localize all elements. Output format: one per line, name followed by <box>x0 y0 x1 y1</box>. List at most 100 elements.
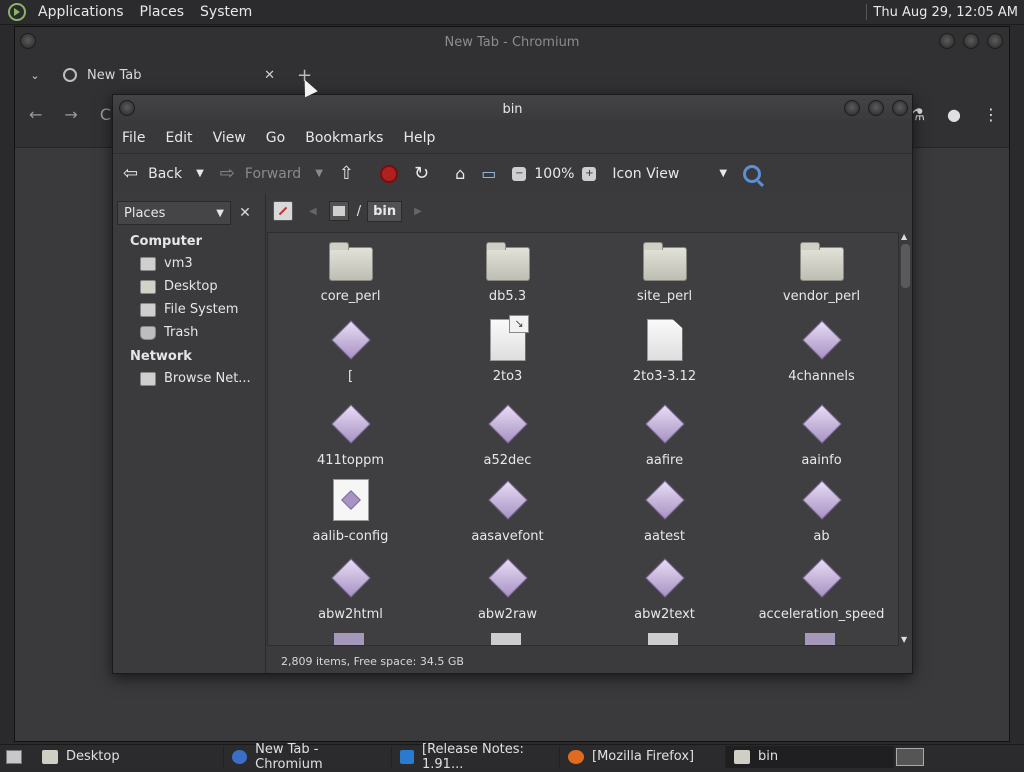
icon-view[interactable]: core_perl db5.3 site_perl vendor_perl [↘ 2to3… <box>267 232 899 646</box>
taskbar-item-chromium[interactable]: New Tab - Chromium <box>224 742 392 772</box>
scroll-down-icon[interactable]: ▼ <box>901 635 907 644</box>
taskbar-item-vscode[interactable]: [Release Notes: 1.91... <box>392 742 560 772</box>
sidebar-type-select[interactable]: Places ▼ <box>117 201 231 225</box>
maximize-button[interactable] <box>868 100 884 116</box>
sidebar-item-vm3[interactable]: vm3 <box>140 256 193 271</box>
menu-view[interactable]: View <box>213 130 246 146</box>
applications-menu[interactable]: Applications <box>30 4 132 20</box>
menu-file[interactable]: File <box>122 130 145 146</box>
kebab-menu-icon[interactable]: ⋮ <box>983 105 999 124</box>
zoom-level[interactable]: 100% <box>534 166 574 182</box>
reload-button[interactable]: ↻ <box>414 163 439 184</box>
sidebar-item-file-system[interactable]: File System <box>140 302 238 317</box>
close-button[interactable] <box>987 33 1003 49</box>
minimize-button[interactable] <box>844 100 860 116</box>
path-scroll-right-icon[interactable]: ▶ <box>414 206 422 217</box>
minimize-button[interactable] <box>939 33 955 49</box>
close-sidebar-icon[interactable]: ✕ <box>235 201 255 225</box>
file-item[interactable]: [ <box>272 319 429 384</box>
chromium-titlebar[interactable]: New Tab - Chromium <box>15 27 1009 57</box>
menu-help[interactable]: Help <box>403 130 435 146</box>
file-item[interactable]: 4channels <box>743 319 898 384</box>
menu-go[interactable]: Go <box>266 130 285 146</box>
file-manager-window-title: bin <box>502 101 523 117</box>
profile-avatar-icon[interactable]: ● <box>947 105 961 124</box>
sidebar-item-trash[interactable]: Trash <box>140 325 198 340</box>
tab-close-icon[interactable]: ✕ <box>264 68 275 83</box>
menu-bookmarks[interactable]: Bookmarks <box>305 130 383 146</box>
vertical-scrollbar[interactable]: ▲ ▼ <box>899 232 912 646</box>
tab-new-tab[interactable]: New Tab ✕ <box>55 59 283 91</box>
show-desktop-icon[interactable] <box>6 749 22 764</box>
close-button[interactable] <box>892 100 908 116</box>
back-button[interactable]: ⇦ Back ▼ <box>123 163 204 184</box>
script-icon <box>332 479 369 521</box>
stop-button[interactable] <box>380 164 398 183</box>
forward-arrow-icon[interactable]: → <box>64 105 77 124</box>
taskbar-item-desktop[interactable]: Desktop <box>34 745 224 768</box>
file-icon-wrap <box>586 403 743 445</box>
computer-button[interactable]: ▭ <box>481 164 496 183</box>
places-menu[interactable]: Places <box>132 4 193 20</box>
taskbar-item-bin[interactable]: bin <box>726 745 894 768</box>
file-item[interactable]: ab <box>743 479 898 544</box>
up-button[interactable]: ⇧ <box>339 163 364 184</box>
file-item[interactable]: 2to3-3.12 <box>586 319 743 384</box>
scroll-up-icon[interactable]: ▲ <box>901 232 907 241</box>
forward-button[interactable]: ⇨ Forward ▼ <box>220 163 323 184</box>
back-history-chevron-down-icon[interactable]: ▼ <box>196 168 204 179</box>
tab-search-chevron-icon[interactable]: ⌄ <box>15 69 55 82</box>
file-icon-wrap <box>429 557 586 599</box>
edit-location-icon[interactable] <box>273 201 293 221</box>
scrollbar-thumb[interactable] <box>901 244 910 288</box>
path-scroll-left-icon[interactable]: ◀ <box>309 206 317 217</box>
reload-icon[interactable]: C <box>100 105 111 124</box>
menu-edit[interactable]: Edit <box>165 130 192 146</box>
clock[interactable]: Thu Aug 29, 12:05 AM <box>873 5 1018 20</box>
mate-menu-icon[interactable] <box>8 3 26 21</box>
view-mode-select[interactable]: Icon View ▼ <box>612 166 727 182</box>
zoom-in-icon[interactable]: + <box>582 166 597 181</box>
chromium-window-controls <box>939 33 1003 49</box>
sidebar-item-desktop[interactable]: Desktop <box>140 279 218 294</box>
file-item[interactable]: vendor_perl <box>743 239 898 304</box>
path-root-button[interactable] <box>328 201 349 221</box>
file-name: db5.3 <box>488 289 527 304</box>
file-icon-wrap <box>272 319 429 361</box>
system-menu[interactable]: System <box>192 4 260 20</box>
file-item-partial[interactable] <box>491 633 521 645</box>
folder-icon <box>734 749 750 764</box>
sidebar-item-browse-network[interactable]: Browse Net... <box>140 371 251 386</box>
file-item[interactable]: abw2text <box>586 557 743 622</box>
window-menu-button[interactable] <box>20 33 36 49</box>
file-item-partial[interactable] <box>648 633 678 645</box>
file-item[interactable]: core_perl <box>272 239 429 304</box>
file-item[interactable]: aalib-config <box>272 479 429 544</box>
file-manager-titlebar[interactable]: bin <box>113 95 912 123</box>
file-item[interactable]: aainfo <box>743 403 898 468</box>
file-item[interactable]: abw2html <box>272 557 429 622</box>
zoom-out-icon[interactable]: − <box>512 166 527 181</box>
home-button[interactable]: ⌂ <box>455 164 465 183</box>
back-arrow-icon[interactable]: ← <box>29 105 42 124</box>
file-item[interactable]: aasavefont <box>429 479 586 544</box>
vscode-icon <box>400 749 414 764</box>
file-item-partial[interactable] <box>334 633 364 645</box>
file-item-partial[interactable] <box>805 633 835 645</box>
file-item[interactable]: ↘ 2to3 <box>429 315 586 384</box>
path-current-button[interactable]: bin <box>367 200 403 222</box>
file-item[interactable]: a52dec <box>429 403 586 468</box>
file-item[interactable]: 411toppm <box>272 403 429 468</box>
maximize-button[interactable] <box>963 33 979 49</box>
workspace-switcher[interactable] <box>896 747 924 766</box>
file-item[interactable]: db5.3 <box>429 239 586 304</box>
file-item[interactable]: aatest <box>586 479 743 544</box>
search-button[interactable] <box>743 164 762 183</box>
forward-history-chevron-down-icon[interactable]: ▼ <box>315 168 323 179</box>
file-item[interactable]: abw2raw <box>429 557 586 622</box>
file-item[interactable]: acceleration_speed <box>743 557 898 622</box>
taskbar-item-firefox[interactable]: [Mozilla Firefox] <box>560 745 726 768</box>
window-menu-button[interactable] <box>119 100 135 116</box>
file-item[interactable]: site_perl <box>586 239 743 304</box>
file-item[interactable]: aafire <box>586 403 743 468</box>
